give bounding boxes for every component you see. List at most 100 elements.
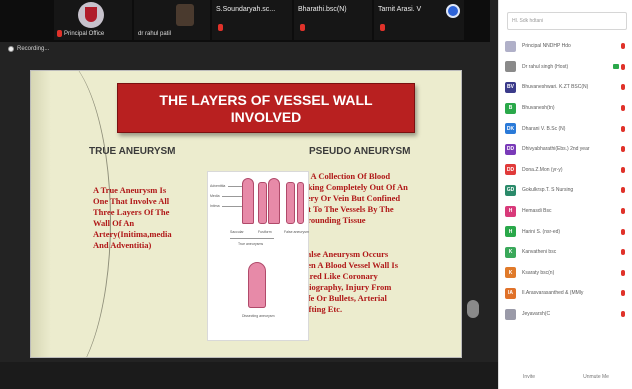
participant-tile[interactable]: Bharathi.bsc(N) bbox=[294, 0, 372, 40]
participant-tile[interactable]: dr rahul patil bbox=[134, 0, 210, 40]
text-line: Leaking Completely Out Of An bbox=[294, 182, 408, 192]
participant-row[interactable]: K Kanvatheni bsc bbox=[499, 242, 632, 263]
participant-row[interactable]: Jeyavarsh(C bbox=[499, 304, 632, 325]
label-dissecting: Dissecting aneurysm bbox=[242, 314, 275, 318]
slide-title-line2: INVOLVED bbox=[230, 109, 302, 125]
text-line: Artery Or Vein But Confined bbox=[294, 193, 401, 203]
slide-title: THE LAYERS OF VESSEL WALL INVOLVED bbox=[117, 83, 415, 133]
participant-row[interactable]: Principal NNDHP Hdo bbox=[499, 36, 632, 57]
participant-avatar bbox=[505, 308, 516, 320]
participant-row[interactable]: H Hemasdi Bsc bbox=[499, 201, 632, 222]
participant-name: Bhuvanesh(tn) bbox=[522, 105, 555, 112]
participant-name: Il.Arasvarasanthed & (MMly bbox=[522, 290, 584, 297]
pseudo-bullet-2: A False Aneurysm Occurs When A Blood Ves… bbox=[287, 249, 457, 315]
meeting-bottom-bar bbox=[0, 362, 498, 389]
participant-row[interactable]: H Harini S. (nsr-ed) bbox=[499, 221, 632, 242]
participant-avatar: GD bbox=[505, 184, 516, 196]
mic-muted-icon[interactable] bbox=[621, 125, 625, 132]
mic-muted-icon bbox=[300, 24, 305, 31]
leader-line bbox=[228, 186, 242, 187]
label-adventitia: Adventitia bbox=[210, 184, 226, 188]
participant-name: Bhuvaneshwari. K.ZT BSC(N) bbox=[522, 84, 589, 91]
participant-row[interactable]: DD Dhivyabharathi(Ebs.) 2nd year bbox=[499, 139, 632, 160]
label-intima: Intima bbox=[210, 204, 220, 208]
participant-search-input[interactable]: Hl. Sdk hdtani bbox=[507, 12, 627, 30]
participant-row[interactable]: IA Il.Arasvarasanthed & (MMly bbox=[499, 283, 632, 304]
participant-row[interactable]: K Ksaraty bsc(n) bbox=[499, 263, 632, 284]
text-line: Grafting Etc. bbox=[294, 304, 343, 314]
participant-row[interactable]: DK Dharani V. B.Sc (N) bbox=[499, 118, 632, 139]
mic-muted-icon bbox=[57, 30, 62, 37]
left-heading: TRUE ANEURYSM bbox=[89, 146, 176, 157]
participant-row[interactable]: GD Gokulkrsp.T. S Nursing bbox=[499, 180, 632, 201]
text-line: When A Blood Vessel Wall Is bbox=[294, 260, 399, 270]
mic-muted-icon[interactable] bbox=[621, 105, 625, 112]
text-line: Next To The Vessels By The bbox=[294, 204, 394, 214]
dissecting-vessel bbox=[248, 262, 266, 308]
participant-avatar: H bbox=[505, 205, 516, 217]
participant-row[interactable]: DD Dona.Z.Mon (yr-y) bbox=[499, 160, 632, 181]
slide-scroll-handle[interactable] bbox=[467, 300, 479, 318]
mic-muted-icon[interactable] bbox=[621, 311, 625, 318]
participant-name: Kanvatheni bsc bbox=[522, 249, 557, 256]
participant-name: Ksaraty bsc(n) bbox=[522, 269, 555, 276]
participant-avatar: H bbox=[505, 226, 516, 238]
participant-avatar: IA bbox=[505, 287, 516, 299]
participant-row[interactable]: BV Bhuvaneshwari. K.ZT BSC(N) bbox=[499, 77, 632, 98]
meeting-window: Principal Office dr rahul patil S.Sounda… bbox=[0, 0, 632, 389]
mic-muted-icon[interactable] bbox=[621, 187, 625, 194]
text-line: Angiography, Injury From bbox=[294, 282, 392, 292]
participant-strip: Principal Office dr rahul patil S.Sounda… bbox=[0, 0, 490, 42]
false-aneurysm-vessel bbox=[297, 182, 304, 224]
true-aneurysm-text: A True Aneurysm Is One That Involve All … bbox=[93, 185, 205, 251]
text-line: Wall Of An bbox=[93, 218, 135, 228]
tile-name: Bharathi.bsc(N) bbox=[298, 6, 347, 13]
mic-muted-icon[interactable] bbox=[621, 63, 625, 70]
participant-tile[interactable]: S.Soundaryah.sc... bbox=[212, 0, 292, 40]
participant-row[interactable]: Dr rahul singh (Host) bbox=[499, 57, 632, 78]
right-heading: PSEUDO ANEURYSM bbox=[309, 146, 411, 157]
label-true-aneurysms: True aneurysms bbox=[238, 242, 264, 246]
participant-tile[interactable]: Principal Office bbox=[54, 0, 132, 40]
mic-muted-icon[interactable] bbox=[621, 208, 625, 215]
mic-muted-icon[interactable] bbox=[621, 43, 625, 50]
participant-avatar: K bbox=[505, 246, 516, 258]
mic-muted-icon[interactable] bbox=[621, 166, 625, 173]
participants-footer: Invite Unmute Me bbox=[499, 374, 632, 389]
mic-muted-icon bbox=[218, 24, 223, 31]
invite-button[interactable]: Invite bbox=[523, 374, 535, 389]
pseudo-bullet-1: It Is A Collection Of Blood Leaking Comp… bbox=[287, 171, 457, 226]
text-line: A True Aneurysm Is bbox=[93, 185, 167, 195]
participant-avatar: DD bbox=[505, 164, 516, 176]
aneurysm-diagram: Adventitia Media Intima Saccular Fusifor… bbox=[207, 171, 309, 341]
mic-muted-icon[interactable] bbox=[621, 146, 625, 153]
text-line: Three Layers Of The bbox=[93, 207, 170, 217]
participant-row[interactable]: B Bhuvanesh(tn) bbox=[499, 98, 632, 119]
text-line: One That Involve All bbox=[93, 196, 170, 206]
participant-avatar bbox=[505, 40, 516, 52]
label-saccular: Saccular bbox=[230, 230, 244, 234]
mic-muted-icon[interactable] bbox=[621, 228, 625, 235]
camera-on-icon[interactable] bbox=[613, 64, 619, 70]
label-fusiform: Fusiform bbox=[258, 230, 272, 234]
participant-avatar: B bbox=[505, 102, 516, 114]
participant-name: Dharani V. B.Sc (N) bbox=[522, 125, 566, 132]
text-line: Injured Like Coronary bbox=[294, 271, 378, 281]
tile-name: S.Soundaryah.sc... bbox=[216, 6, 276, 13]
leader-line bbox=[222, 196, 242, 197]
mic-muted-icon[interactable] bbox=[621, 269, 625, 276]
mic-muted-icon[interactable] bbox=[621, 84, 625, 91]
recording-label: Recording... bbox=[17, 46, 50, 52]
participant-name: Dona.Z.Mon (yr-y) bbox=[522, 166, 563, 173]
participant-name: Harini S. (nsr-ed) bbox=[522, 228, 561, 235]
text-line: Knife Or Bullets, Arterial bbox=[294, 293, 387, 303]
participant-video bbox=[176, 4, 194, 26]
mic-muted-icon bbox=[380, 24, 385, 31]
tile-name: Principal Office bbox=[64, 31, 105, 37]
mic-muted-icon[interactable] bbox=[621, 249, 625, 256]
mic-muted-icon[interactable] bbox=[621, 290, 625, 297]
unmute-me-button[interactable]: Unmute Me bbox=[583, 374, 609, 389]
participant-name: Dr rahul singh (Host) bbox=[522, 63, 569, 70]
next-page-button[interactable] bbox=[446, 4, 460, 18]
participant-avatar: DK bbox=[505, 123, 516, 135]
